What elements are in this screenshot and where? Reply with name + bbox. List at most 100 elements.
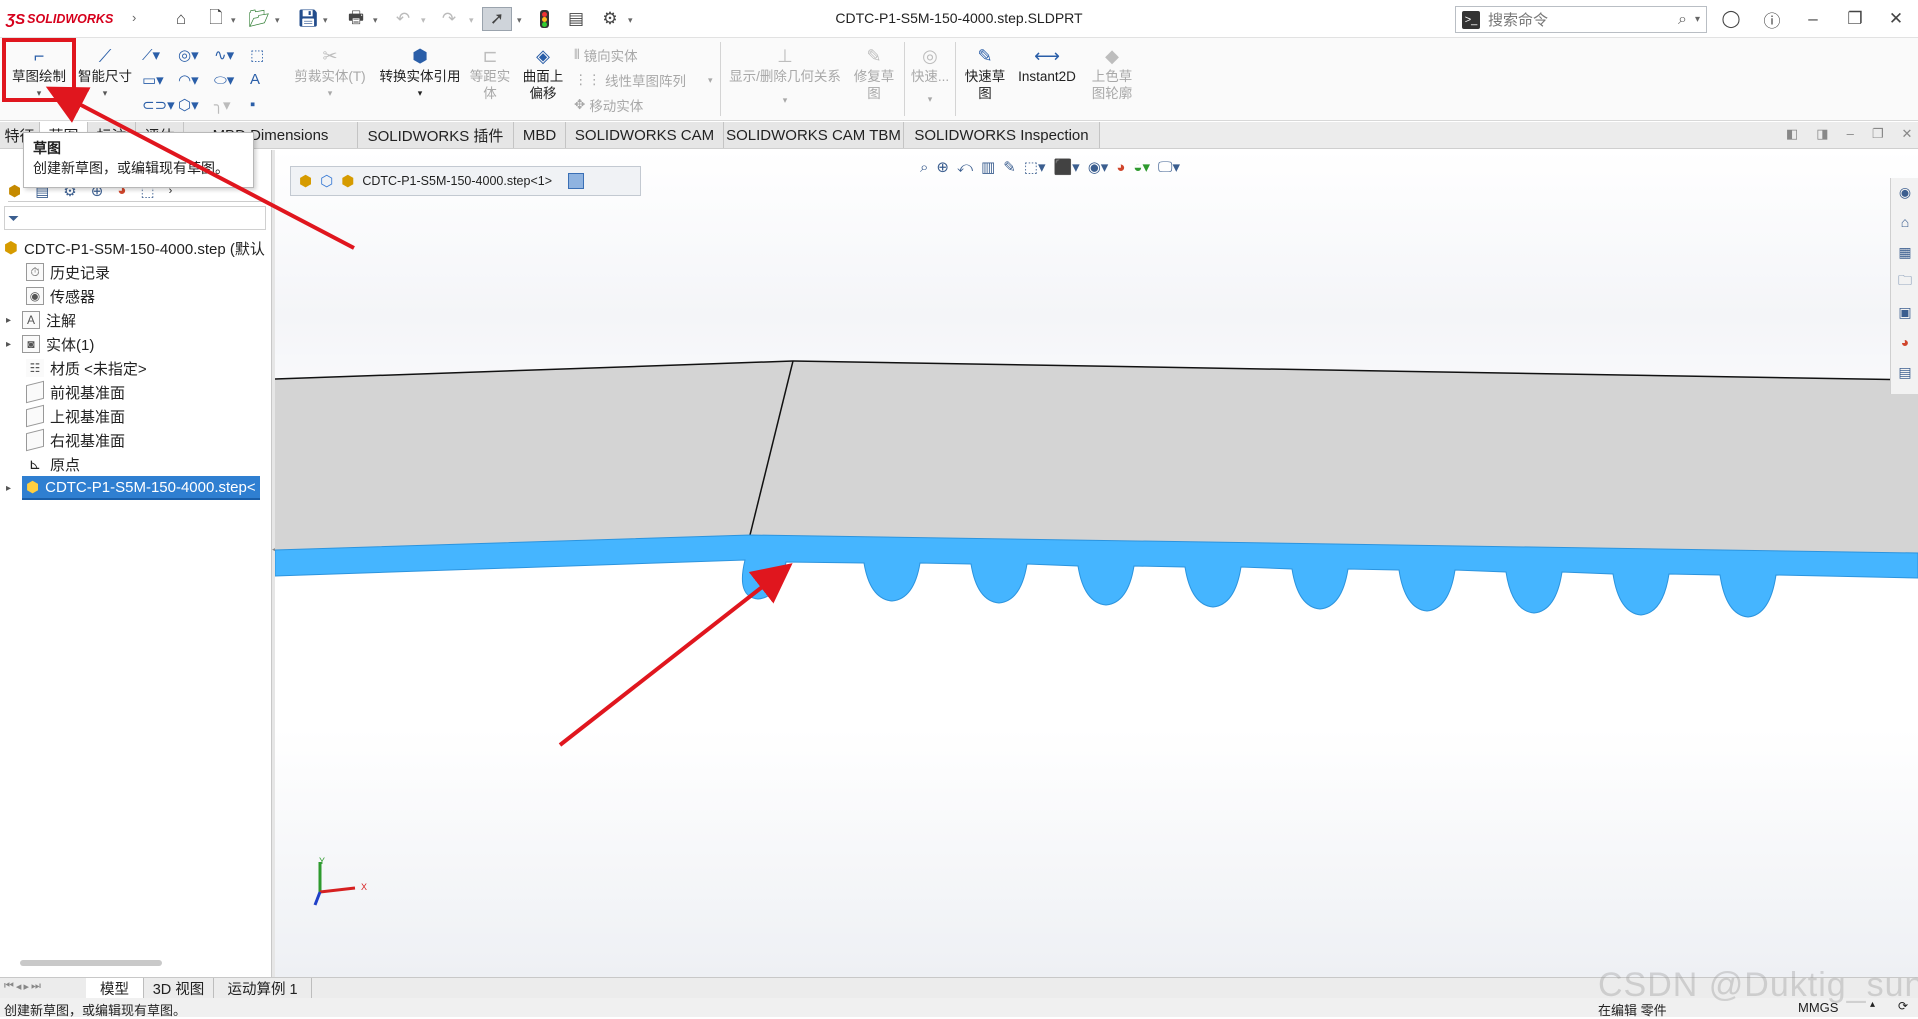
- chevron-down-icon[interactable]: ▾: [469, 15, 474, 26]
- chevron-down-icon[interactable]: ▾: [928, 91, 933, 108]
- save-icon[interactable]: 💾︎: [295, 7, 321, 31]
- chevron-down-icon[interactable]: ▾: [323, 15, 328, 26]
- expand-arrow-icon[interactable]: ▸: [6, 315, 16, 326]
- home-icon[interactable]: ⌂: [168, 7, 194, 31]
- tree-item-history[interactable]: ⏱ 历史记录: [10, 260, 268, 284]
- move-entities-button[interactable]: ✥ 移动实体: [574, 95, 643, 115]
- tree-item-sensors[interactable]: ◉ 传感器: [10, 284, 268, 308]
- expand-arrow-icon[interactable]: ▸: [6, 339, 16, 350]
- tree-item-annotations[interactable]: ▸ A 注解: [6, 308, 268, 332]
- part-icon[interactable]: ⬢: [299, 172, 312, 190]
- graphics-area[interactable]: Y X: [275, 150, 1918, 977]
- fillet-icon[interactable]: ╮▾: [214, 96, 250, 114]
- tree-item-material[interactable]: ☷ 材质 <未指定>: [10, 356, 268, 380]
- help-icon[interactable]: ⓘ: [1760, 7, 1784, 31]
- breadcrumb-label[interactable]: CDTC-P1-S5M-150-4000.step<1>: [362, 174, 552, 188]
- first-tab-icon[interactable]: ⏮: [4, 980, 14, 993]
- instant2d-button[interactable]: ⟷ Instant2D: [1014, 44, 1080, 85]
- close-icon[interactable]: ✕: [1901, 126, 1912, 142]
- view-palette-icon[interactable]: ▣: [1895, 302, 1915, 322]
- traffic-light-icon[interactable]: [531, 7, 557, 31]
- minimize-icon[interactable]: –: [1847, 126, 1854, 142]
- minimize-icon[interactable]: –: [1801, 7, 1825, 31]
- mirror-entities-button[interactable]: ⫴ 镜向实体: [574, 45, 638, 65]
- text-icon[interactable]: A: [250, 71, 286, 88]
- tab-solidworks-addins[interactable]: SOLIDWORKS 插件: [358, 122, 514, 148]
- tree-root-part[interactable]: ⬢ CDTC-P1-S5M-150-4000.step (默认: [4, 236, 270, 260]
- solidworks-logo[interactable]: ƷS SOLIDWORKS: [6, 9, 113, 29]
- print-icon[interactable]: 🖶: [343, 7, 369, 31]
- convert-entities-button[interactable]: ⬢ 转换实体引用 ▾: [373, 44, 467, 102]
- tab-solidworks-inspection[interactable]: SOLIDWORKS Inspection: [904, 122, 1100, 148]
- chevron-down-icon[interactable]: ▾: [37, 85, 42, 102]
- custom-properties-icon[interactable]: ▤: [1895, 362, 1915, 382]
- dynamic-annotation-icon[interactable]: ✎: [1003, 158, 1016, 176]
- expand-arrow-icon[interactable]: ▸: [6, 483, 16, 494]
- display-style-icon[interactable]: ⬛▾: [1054, 158, 1080, 176]
- chevron-down-icon[interactable]: ▾: [1695, 14, 1700, 25]
- tab-solidworks-cam-tbm[interactable]: SOLIDWORKS CAM TBM: [724, 122, 904, 148]
- tree-item-top-plane[interactable]: 上视基准面: [10, 404, 268, 428]
- menu-expand-icon[interactable]: ›: [132, 10, 136, 25]
- tree-item-imported-body[interactable]: ▸ ⬢ CDTC-P1-S5M-150-4000.step<: [6, 476, 272, 500]
- point-icon[interactable]: ▪: [250, 96, 286, 113]
- zoom-to-fit-icon[interactable]: ⌕: [920, 159, 928, 176]
- previous-view-icon[interactable]: ⤺: [957, 159, 973, 176]
- tree-filter-bar[interactable]: ⏷: [4, 206, 266, 230]
- select-pointer-icon[interactable]: ➚: [482, 7, 512, 31]
- close-icon[interactable]: ✕: [1884, 7, 1908, 31]
- tile-right-icon[interactable]: ◨: [1816, 126, 1828, 142]
- new-document-icon[interactable]: 🗋: [203, 7, 229, 31]
- view-orientation-icon[interactable]: ⬚▾: [1024, 158, 1046, 176]
- tab-motion-study[interactable]: 运动算例 1: [214, 978, 312, 998]
- search-icon[interactable]: ⌕: [1678, 11, 1687, 29]
- trim-entities-button[interactable]: ✂ 剪裁实体(T) ▾: [294, 44, 366, 102]
- repair-sketch-button[interactable]: ✎ 修复草 图: [848, 44, 900, 102]
- tree-item-solid-bodies[interactable]: ▸ ◙ 实体(1): [6, 332, 268, 356]
- chevron-down-icon[interactable]: ▾: [708, 75, 713, 86]
- tab-solidworks-cam[interactable]: SOLIDWORKS CAM: [566, 122, 724, 148]
- chevron-down-icon[interactable]: ▾: [275, 15, 280, 26]
- horizontal-scrollbar[interactable]: [20, 960, 162, 966]
- next-tab-icon[interactable]: ▸: [23, 980, 29, 993]
- section-view-icon[interactable]: ▥: [981, 158, 995, 176]
- undo-icon[interactable]: ↶: [391, 7, 415, 31]
- solidworks-resources-icon[interactable]: ◉: [1895, 182, 1915, 202]
- apply-scene-icon[interactable]: ◒▾: [1133, 158, 1150, 176]
- hide-show-items-icon[interactable]: ◉▾: [1088, 158, 1109, 176]
- file-properties-icon[interactable]: ▤: [563, 7, 589, 31]
- account-icon[interactable]: ◯: [1719, 7, 1743, 31]
- solid-body-icon[interactable]: ⬡: [320, 172, 333, 190]
- offset-on-surface-button[interactable]: ◈ 曲面上 偏移: [518, 44, 568, 102]
- tab-mbd[interactable]: MBD: [514, 122, 566, 148]
- polygon-icon[interactable]: ⬡▾: [178, 96, 214, 114]
- offset-entities-button[interactable]: ⊏ 等距实 体: [467, 44, 513, 102]
- chevron-down-icon[interactable]: ▾: [421, 15, 426, 26]
- open-folder-icon[interactable]: 📂︎: [246, 7, 272, 31]
- redo-icon[interactable]: ↷: [437, 7, 461, 31]
- chevron-down-icon[interactable]: ▾: [628, 15, 633, 26]
- shaded-sketch-contours-button[interactable]: ◆ 上色草 图轮廓: [1086, 44, 1138, 102]
- imported-feature-icon[interactable]: ⬢: [341, 172, 354, 190]
- sketch-selection-icon[interactable]: ⬚: [250, 46, 286, 64]
- tree-item-right-plane[interactable]: 右视基准面: [10, 428, 268, 452]
- selected-tree-node[interactable]: ⬢ CDTC-P1-S5M-150-4000.step<: [22, 476, 260, 500]
- face-icon[interactable]: [568, 173, 585, 189]
- quick-snaps-button[interactable]: ◎ 快速... ▾: [908, 44, 952, 108]
- previous-tab-icon[interactable]: ◂: [16, 980, 22, 993]
- restore-icon[interactable]: ❐: [1872, 126, 1884, 142]
- rectangle-icon[interactable]: ▭▾: [142, 71, 178, 89]
- tab-3d-views[interactable]: 3D 视图: [144, 978, 214, 998]
- tab-model[interactable]: 模型: [86, 978, 144, 998]
- command-search-box[interactable]: >_ 搜索命令 ⌕ ▾: [1455, 6, 1707, 33]
- chevron-down-icon[interactable]: ▾: [517, 15, 522, 26]
- display-relations-button[interactable]: ⊥ 显示/删除几何关系 ▾: [726, 44, 844, 109]
- sketch-button[interactable]: ⌐ 草图绘制 ▾: [8, 44, 70, 102]
- chevron-down-icon[interactable]: ▾: [418, 85, 423, 102]
- chevron-down-icon[interactable]: ▾: [783, 92, 788, 109]
- line-icon[interactable]: ⟋▾: [142, 46, 178, 64]
- spline-icon[interactable]: ∿▾: [214, 46, 250, 64]
- linear-pattern-button[interactable]: ⋮⋮ 线性草图阵列 ▾: [574, 70, 713, 90]
- chevron-down-icon[interactable]: ▾: [373, 15, 378, 26]
- file-explorer-icon[interactable]: 🗀: [1895, 272, 1915, 292]
